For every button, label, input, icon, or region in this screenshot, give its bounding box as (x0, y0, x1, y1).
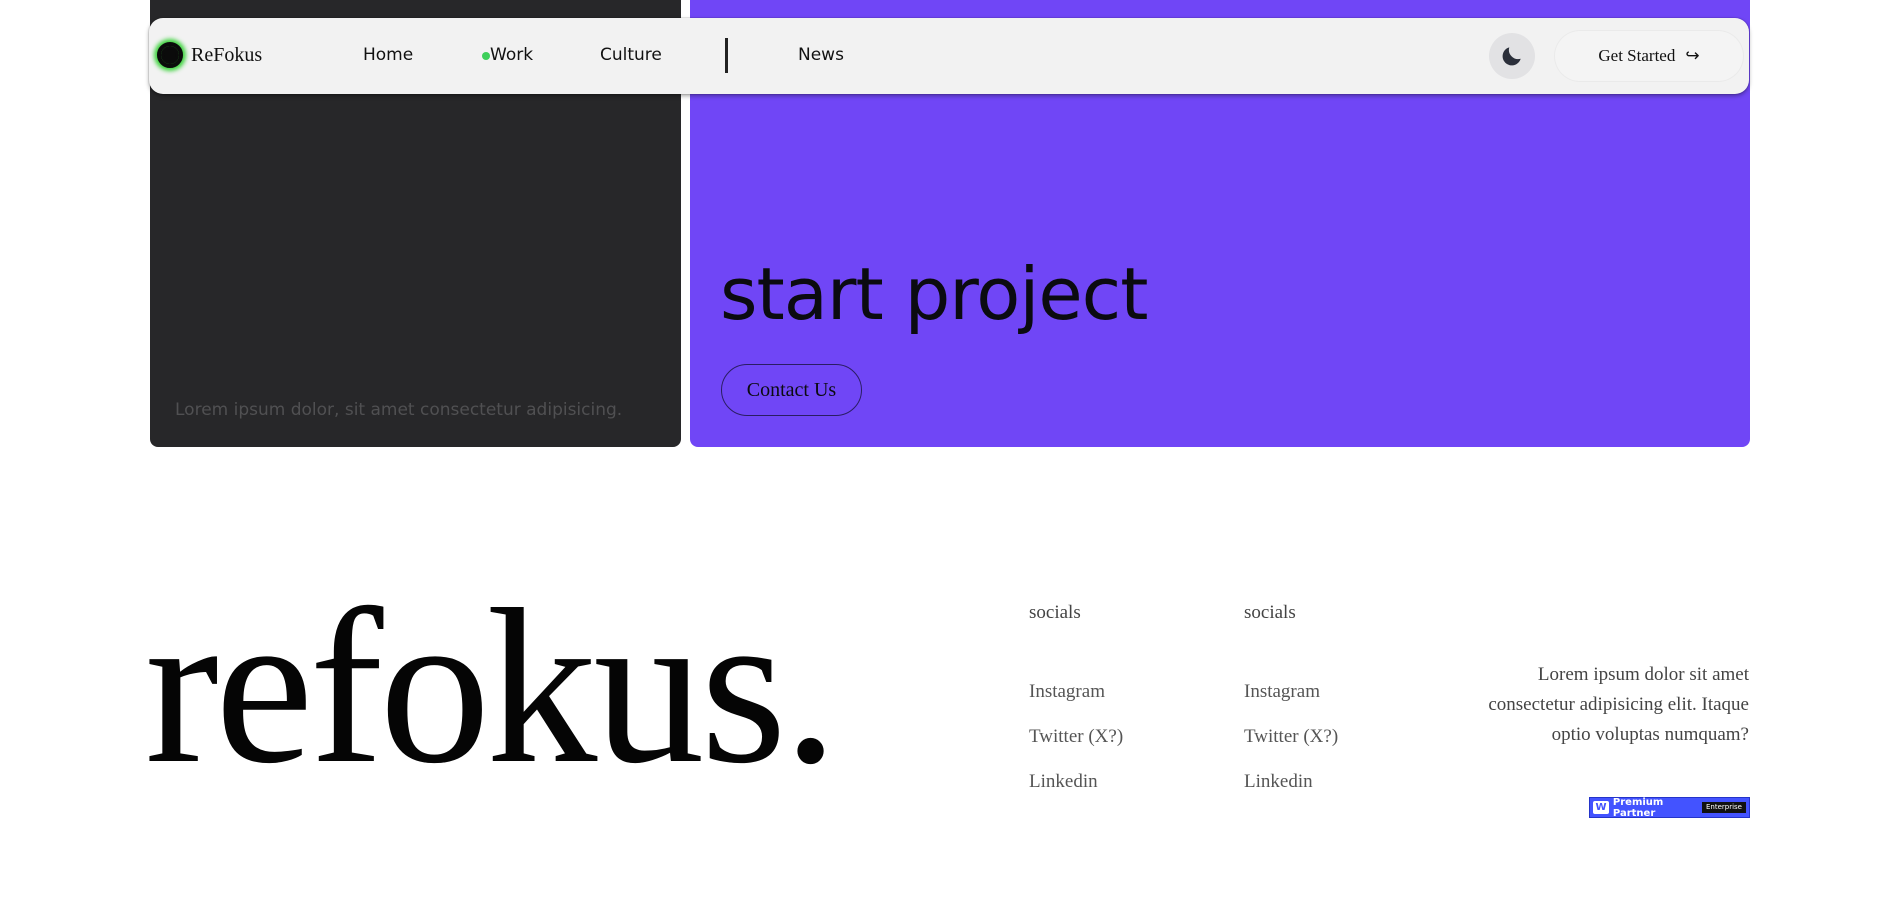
footer-wordmark: refokus. (145, 564, 838, 810)
webflow-logo-icon: W (1593, 801, 1609, 814)
social-column-heading: socials (1029, 602, 1081, 623)
linkedin-link[interactable]: Linkedin (1029, 770, 1123, 815)
premium-partner-badge[interactable]: W Premium Partner Enterprise (1589, 796, 1750, 819)
theme-toggle-button[interactable] (1489, 33, 1535, 79)
nav-link-work[interactable]: Work (490, 45, 533, 65)
start-project-headline: start project (720, 252, 1148, 336)
twitter-link[interactable]: Twitter (X?) (1029, 725, 1123, 770)
top-navbar: ReFokus Home Work Culture News Get Start… (149, 18, 1749, 94)
get-started-label: Get Started (1598, 46, 1676, 65)
dark-card-caption: Lorem ipsum dolor, sit amet consectetur … (175, 400, 623, 420)
footer-social-column: socials Instagram Twitter (X?) Linkedin (1029, 601, 1123, 815)
moon-icon (1502, 47, 1521, 66)
linkedin-link[interactable]: Linkedin (1244, 770, 1338, 815)
instagram-link[interactable]: Instagram (1244, 680, 1338, 725)
get-started-button[interactable]: Get Started ↪ (1555, 31, 1743, 81)
nav-divider (725, 38, 728, 73)
nav-link-home[interactable]: Home (363, 45, 413, 65)
twitter-link[interactable]: Twitter (X?) (1244, 725, 1338, 770)
brand-logo-link[interactable]: ReFokus (157, 42, 262, 68)
badge-label: Premium Partner (1612, 796, 1664, 819)
active-indicator-dot (482, 52, 490, 60)
nav-link-news[interactable]: News (798, 45, 844, 65)
contact-us-button[interactable]: Contact Us (721, 364, 862, 416)
brand-name: ReFokus (191, 43, 263, 66)
badge-tag: Enterprise (1701, 802, 1746, 813)
nav-link-culture[interactable]: Culture (600, 45, 662, 65)
arrow-right-icon: ↪ (1685, 46, 1700, 66)
instagram-link[interactable]: Instagram (1029, 680, 1123, 725)
logo-ring-icon (157, 42, 183, 68)
social-column-heading: socials (1244, 602, 1296, 623)
footer-blurb: Lorem ipsum dolor sit amet consectetur a… (1488, 664, 1749, 745)
footer-social-column: socials Instagram Twitter (X?) Linkedin (1244, 601, 1338, 815)
